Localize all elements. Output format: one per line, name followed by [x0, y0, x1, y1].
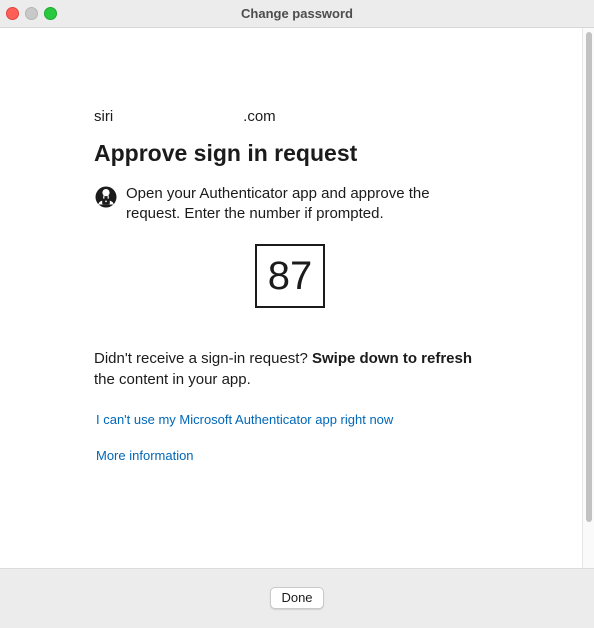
more-information-link[interactable]: More information: [96, 448, 194, 463]
done-button[interactable]: Done: [270, 587, 324, 609]
instruction-text: Open your Authenticator app and approve …: [126, 185, 430, 222]
account-email-prefix: siri: [94, 108, 114, 125]
authenticator-lock-icon: [94, 184, 118, 210]
scrollbar-thumb[interactable]: [586, 32, 592, 522]
cant-use-authenticator-link[interactable]: I can't use my Microsoft Authenticator a…: [96, 412, 393, 427]
vertical-scrollbar[interactable]: [582, 28, 594, 568]
verification-number: 87: [255, 244, 325, 308]
refresh-hint: Didn't receive a sign-in request? Swipe …: [94, 348, 494, 390]
redacted-area: [113, 110, 243, 124]
change-password-window: Change password siri .com Approve sign in…: [0, 0, 594, 628]
footer-bar: Done: [0, 568, 594, 628]
page-title: Approve sign in request: [94, 140, 358, 166]
window-title: Change password: [241, 6, 353, 21]
account-email-suffix: .com: [243, 108, 276, 125]
refresh-hint-bold: Swipe down to refresh: [311, 350, 473, 367]
refresh-hint-prefix: Didn't receive a sign-in request?: [94, 350, 308, 367]
account-email: siri .com: [94, 108, 276, 125]
refresh-hint-suffix: the content in your app.: [94, 371, 251, 388]
title-bar: Change password: [0, 0, 594, 28]
sign-in-content: siri .com Approve sign in request Open yo…: [0, 28, 582, 568]
